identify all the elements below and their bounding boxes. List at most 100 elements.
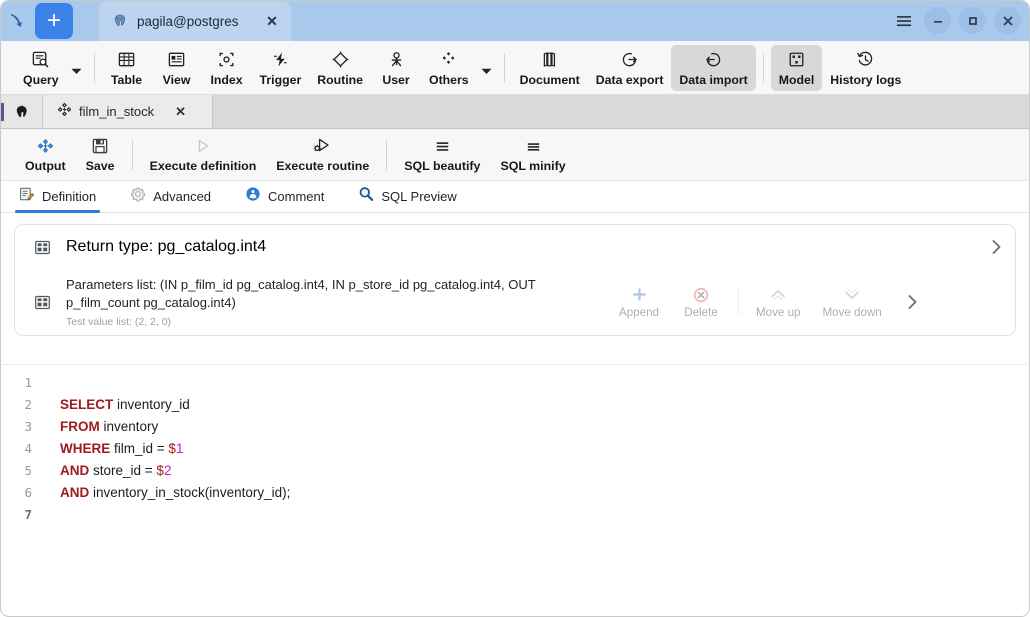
sub-toolbar-label-execute-routine: Execute routine — [276, 159, 369, 173]
code-token: inventory_id — [113, 397, 190, 412]
maximize-button[interactable] — [959, 7, 986, 34]
close-button[interactable] — [994, 7, 1021, 34]
routine-toolbar: Output Save Execute definition — [1, 129, 1029, 181]
code-token: $ — [156, 463, 164, 478]
toolbar-item-trigger[interactable]: Trigger — [252, 45, 310, 91]
return-type-text: Return type: pg_catalog.int4 — [53, 238, 977, 256]
sub-toolbar-label-save: Save — [86, 159, 115, 173]
connection-tab[interactable]: pagila@postgres ✕ — [99, 1, 291, 41]
main-toolbar: Query Table View — [1, 41, 1029, 95]
sub-toolbar-item-output[interactable]: Output — [15, 132, 76, 178]
plus-icon — [632, 285, 647, 304]
toolbar-label-trigger: Trigger — [260, 73, 302, 87]
save-icon — [91, 136, 109, 156]
new-tab-button[interactable]: + — [35, 3, 73, 39]
editor-code-line: FROM inventory — [60, 416, 1028, 438]
object-tab-film-in-stock[interactable]: film_in_stock ✕ — [43, 95, 213, 128]
definition-panel: Return type: pg_catalog.int4 Par — [14, 224, 1016, 336]
toolbar-item-user[interactable]: User — [371, 45, 421, 91]
query-dropdown-caret-icon[interactable] — [67, 45, 87, 91]
minimize-button[interactable] — [924, 7, 951, 34]
tab-label-sql-preview: SQL Preview — [381, 189, 456, 204]
toolbar-label-user: User — [382, 73, 409, 87]
gear-icon — [130, 186, 146, 207]
trigger-icon — [271, 50, 290, 70]
editor-line-number: 2 — [2, 394, 42, 416]
sub-toolbar-item-sql-beautify[interactable]: SQL beautify — [394, 132, 490, 178]
object-tab-close-icon[interactable]: ✕ — [175, 104, 186, 120]
toolbar-label-others: Others — [429, 73, 469, 87]
sub-toolbar-item-execute-routine[interactable]: Execute routine — [266, 132, 379, 178]
toolbar-item-model[interactable]: Model — [771, 45, 823, 91]
move-down-parameter-button[interactable]: Move down — [811, 283, 892, 321]
others-icon — [439, 50, 458, 70]
sub-toolbar-item-save[interactable]: Save — [76, 132, 125, 178]
sub-toolbar-label-execute-definition: Execute definition — [150, 159, 257, 173]
object-tab-label: film_in_stock — [79, 104, 154, 119]
editor-line-number-gutter: 1234567 — [2, 365, 42, 615]
parameter-actions-divider — [738, 289, 739, 315]
code-token: store_id = — [89, 463, 156, 478]
toolbar-item-data-export[interactable]: Data export — [588, 45, 672, 91]
editor-line-number: 5 — [2, 460, 42, 482]
hamburger-menu-icon[interactable] — [892, 7, 916, 34]
toolbar-item-index[interactable]: Index — [202, 45, 252, 91]
tab-label-definition: Definition — [42, 189, 96, 204]
data-import-icon — [704, 50, 723, 70]
sql-editor[interactable]: 1234567 SELECT inventory_idFROM inventor… — [2, 364, 1028, 615]
search-icon — [358, 186, 374, 207]
tab-comment[interactable]: Comment — [241, 181, 338, 212]
move-up-parameter-label: Move up — [756, 306, 800, 319]
append-parameter-button[interactable]: Append — [608, 283, 670, 321]
toolbar-item-others[interactable]: Others — [421, 45, 477, 91]
data-export-icon — [620, 50, 639, 70]
editor-code-area[interactable]: SELECT inventory_idFROM inventoryWHERE f… — [42, 365, 1028, 615]
index-icon — [217, 50, 236, 70]
toolbar-item-view[interactable]: View — [152, 45, 202, 91]
editor-change-markers — [2, 365, 4, 615]
move-up-parameter-button[interactable]: Move up — [745, 283, 811, 321]
tab-sql-preview[interactable]: SQL Preview — [354, 181, 470, 212]
toolbar-item-table[interactable]: Table — [102, 45, 152, 91]
toolbar-divider-2 — [504, 53, 505, 83]
toolbar-label-history-logs: History logs — [830, 73, 901, 87]
sub-toolbar-divider-2 — [386, 140, 387, 170]
type-box-icon — [31, 294, 53, 311]
toolbar-item-document[interactable]: Document — [512, 45, 588, 91]
editor-line-number: 1 — [2, 372, 42, 394]
return-type-chevron-icon[interactable] — [977, 238, 1003, 256]
others-dropdown-caret-icon[interactable] — [477, 45, 497, 91]
connection-tab-close-icon[interactable]: ✕ — [263, 13, 281, 30]
parameters-list-chevron-icon[interactable] — [893, 293, 919, 311]
editor-code-line — [60, 372, 1028, 394]
sql-minify-icon — [524, 136, 543, 156]
code-token: WHERE — [60, 441, 110, 456]
tab-definition[interactable]: Definition — [15, 181, 110, 212]
history-logs-icon — [856, 50, 875, 70]
parameter-actions: Append Delete — [608, 283, 893, 321]
editor-line-number: 6 — [2, 482, 42, 504]
delete-parameter-button[interactable]: Delete — [670, 283, 732, 321]
toolbar-item-routine[interactable]: Routine — [309, 45, 371, 91]
return-type-row[interactable]: Return type: pg_catalog.int4 — [15, 225, 1015, 269]
editor-line-number: 4 — [2, 438, 42, 460]
sub-toolbar-item-sql-minify[interactable]: SQL minify — [490, 132, 575, 178]
toolbar-label-index: Index — [210, 73, 242, 87]
document-icon — [540, 50, 559, 70]
sub-toolbar-item-execute-definition[interactable]: Execute definition — [140, 132, 267, 178]
object-tab-strip-db-icon[interactable] — [1, 95, 43, 128]
toolbar-label-query: Query — [23, 73, 59, 87]
tab-advanced[interactable]: Advanced — [126, 181, 225, 212]
toolbar-item-history-logs[interactable]: History logs — [822, 45, 909, 91]
toolbar-item-data-import[interactable]: Data import — [671, 45, 755, 91]
code-token: film_id = — [110, 441, 168, 456]
parameters-list-row[interactable]: Parameters list: (IN p_film_id pg_catalo… — [15, 269, 1015, 335]
definition-icon — [19, 186, 35, 207]
sql-beautify-icon — [433, 136, 452, 156]
active-connection-marker — [1, 103, 4, 121]
application-window: + pagila@postgres ✕ — [0, 0, 1030, 617]
sub-toolbar-divider-1 — [132, 140, 133, 170]
editor-line-number: 7 — [2, 504, 42, 526]
editor-line-number: 3 — [2, 416, 42, 438]
toolbar-item-query[interactable]: Query — [15, 45, 67, 91]
